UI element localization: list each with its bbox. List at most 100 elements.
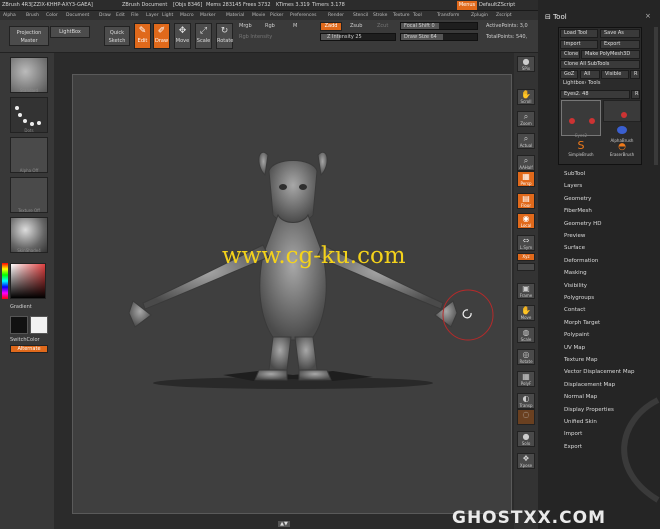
load-tool-button[interactable]: Load Tool (560, 29, 598, 38)
menu-item[interactable]: Draw (99, 13, 111, 18)
subpalette-polypaint[interactable]: Polypaint (564, 332, 589, 338)
menu-item[interactable]: Tool (413, 13, 422, 18)
lightbox-button[interactable]: LightBox (50, 26, 90, 38)
move-button[interactable]: ✥ Move (174, 23, 191, 49)
aahalf-button[interactable]: ⌕ AAHalf (517, 155, 535, 171)
rotate-axis-button[interactable] (517, 263, 535, 271)
draw-size-slider[interactable]: Draw Size 64 (400, 33, 478, 41)
subpalette-preview[interactable]: Preview (564, 233, 585, 239)
subpalette-contact[interactable]: Contact (564, 307, 585, 313)
document-canvas[interactable] (72, 74, 512, 514)
subpalette-uv-map[interactable]: UV Map (564, 345, 585, 351)
subpalette-displacement-map[interactable]: Displacement Map (564, 382, 615, 388)
rotate-button[interactable]: ↻ Rotate (216, 23, 233, 49)
subpalette-fibermesh[interactable]: FiberMesh (564, 208, 592, 214)
menu-item[interactable]: Movie (252, 13, 265, 18)
menu-item[interactable]: Edit (116, 13, 125, 18)
goz-r-button[interactable]: R (630, 70, 640, 79)
close-panel-icon[interactable]: × (645, 12, 651, 20)
zoom-button[interactable]: ⌕ Zoom (517, 111, 535, 127)
main-color-swatch[interactable] (10, 316, 28, 334)
subpalette-unified-skin[interactable]: Unified Skin (564, 419, 597, 425)
hue-strip[interactable] (2, 263, 8, 299)
lsym-button[interactable]: ⇔ L.Sym (517, 235, 535, 251)
zcut-toggle[interactable]: Zcut (377, 23, 388, 29)
transp-button[interactable]: ◐ Transp (517, 393, 535, 409)
menu-item[interactable]: Document (66, 13, 89, 18)
rgb-toggle[interactable]: Rgb (265, 23, 275, 29)
xpose-button[interactable]: ❖ Xpose (517, 453, 535, 469)
all-button[interactable]: All (580, 70, 600, 79)
clone-button[interactable]: Clone (560, 50, 580, 59)
subpalette-visibility[interactable]: Visibility (564, 283, 587, 289)
subpalette-morph-target[interactable]: Morph Target (564, 320, 600, 326)
menu-item[interactable]: Brush (26, 13, 39, 18)
spix-button[interactable]: ● SPix (517, 56, 535, 72)
menu-item[interactable]: File (131, 13, 139, 18)
menus-button[interactable]: Menus (457, 1, 477, 10)
subpalette-subtool[interactable]: SubTool (564, 171, 585, 177)
subpalette-display-properties[interactable]: Display Properties (564, 407, 614, 413)
subpalette-layers[interactable]: Layers (564, 183, 582, 189)
mrgb-toggle[interactable]: Mrgb (239, 23, 252, 29)
goz-button[interactable]: GoZ (560, 70, 578, 79)
tool-thumb-eyes2[interactable]: Eyes2 (561, 100, 601, 138)
menu-item[interactable]: Render (328, 13, 344, 18)
bottom-shelf-toggle-icon[interactable]: ▲▼ (278, 521, 290, 527)
current-tool-slider[interactable]: Eyes2. 48 (560, 90, 630, 99)
menu-item[interactable]: Layer (146, 13, 159, 18)
menu-item[interactable]: Transform (437, 13, 459, 18)
quick-sketch-button[interactable]: Quick Sketch (104, 26, 130, 46)
menu-item[interactable]: Material (226, 13, 244, 18)
menu-item[interactable]: Alpha (3, 13, 16, 18)
subpalette-masking[interactable]: Masking (564, 270, 587, 276)
subpalette-geometry[interactable]: Geometry (564, 196, 591, 202)
focal-shift-slider[interactable]: Focal Shift 0 (400, 22, 478, 30)
actual-button[interactable]: ⌕ Actual (517, 133, 535, 149)
subpalette-texture-map[interactable]: Texture Map (564, 357, 598, 363)
subpalette-import[interactable]: Import (564, 431, 582, 437)
save-as-button[interactable]: Save As (600, 29, 640, 38)
make-polymesh3d-button[interactable]: Make PolyMesh3D (581, 50, 640, 59)
clone-all-subtools-button[interactable]: Clone All SubTools (560, 60, 640, 69)
tool-thumb-simplebrush[interactable]: S SimpleBrush (561, 140, 601, 162)
tool-thumb-eyes2-small[interactable] (603, 100, 641, 122)
polyf-button[interactable]: ▦ PolyF (517, 371, 535, 387)
visible-button[interactable]: Visible (601, 70, 629, 79)
projection-master-button[interactable]: Projection Master (9, 26, 49, 46)
menu-item[interactable]: Texture (393, 13, 409, 18)
tool-panel-title[interactable]: ⊟ Tool (545, 13, 567, 21)
move-view-button[interactable]: ✋ Move (517, 305, 535, 321)
floor-button[interactable]: ▤ Floor (517, 193, 535, 209)
zadd-toggle[interactable]: Zadd (320, 22, 342, 31)
import-tool-button[interactable]: Import (560, 40, 598, 49)
menu-item[interactable]: Stencil (353, 13, 368, 18)
solo-button[interactable]: ● Solo (517, 431, 535, 447)
scale-view-button[interactable]: ◍ Scale (517, 327, 535, 343)
local-button[interactable]: ◉ Local (517, 213, 535, 229)
edit-button[interactable]: ✎ Edit (134, 23, 151, 49)
rotate-view-button[interactable]: ◎ Rotate (517, 349, 535, 365)
default-zscript-button[interactable]: DefaultZScript (479, 2, 515, 8)
menu-item[interactable]: Macro (180, 13, 194, 18)
zsub-toggle[interactable]: Zsub (350, 23, 362, 29)
export-tool-button[interactable]: Export (600, 40, 640, 49)
subpalette-vector-displacement-map[interactable]: Vector Displacement Map (564, 369, 634, 375)
alternate-button[interactable]: Alternate (10, 345, 48, 353)
subpalette-polygroups[interactable]: Polygroups (564, 295, 594, 301)
rgb-intensity-slider[interactable]: Rgb Intensity (239, 34, 272, 40)
tool-r-button[interactable]: R (631, 90, 640, 99)
tool-panel-scrollbar[interactable] (654, 27, 658, 165)
subpalette-normal-map[interactable]: Normal Map (564, 394, 597, 400)
xyz-button[interactable]: Xyz (517, 253, 535, 261)
ghost-button[interactable]: ◌ (517, 409, 535, 425)
color-picker[interactable] (10, 263, 46, 299)
menu-item[interactable]: Preferences (290, 13, 316, 18)
scale-button[interactable]: ⤢ Scale (195, 23, 212, 49)
subpalette-deformation[interactable]: Deformation (564, 258, 598, 264)
menu-item[interactable]: Color (46, 13, 58, 18)
m-toggle[interactable]: M (293, 23, 297, 29)
lightbox-tools-button[interactable]: Lightbox› Tools (560, 80, 640, 89)
menu-item[interactable]: Light (162, 13, 173, 18)
secondary-color-swatch[interactable] (30, 316, 48, 334)
